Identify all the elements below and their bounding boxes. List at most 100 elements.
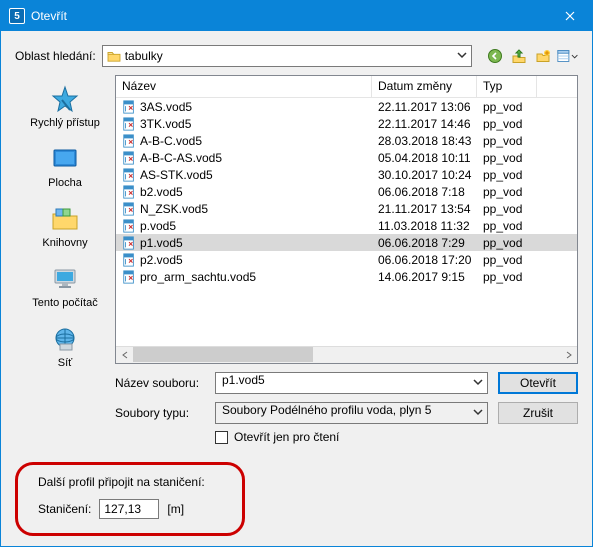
scroll-right-icon[interactable] <box>560 346 577 363</box>
thispc-icon <box>49 263 81 295</box>
sidebar-item-thispc[interactable]: Tento počítač <box>20 259 110 317</box>
cell-type: pp_vod <box>477 183 537 200</box>
desktop-icon <box>49 143 81 175</box>
table-row[interactable]: p2.vod506.06.2018 17:20pp_vod <box>116 251 577 268</box>
station-panel: Další profil připojit na staničení: Stan… <box>15 462 245 536</box>
file-icon <box>122 100 136 114</box>
sidebar-item-label: Knihovny <box>20 237 110 249</box>
sidebar-item-label: Plocha <box>20 177 110 189</box>
lookin-toolbar <box>484 45 578 67</box>
filter-label: Soubory typu: <box>115 406 205 420</box>
cell-type: pp_vod <box>477 166 537 183</box>
table-row[interactable]: A-B-C.vod528.03.2018 18:43pp_vod <box>116 132 577 149</box>
table-row[interactable]: AS-STK.vod530.10.2017 10:24pp_vod <box>116 166 577 183</box>
scroll-track[interactable] <box>133 346 560 363</box>
file-icon <box>122 202 136 216</box>
cell-type: pp_vod <box>477 149 537 166</box>
file-icon <box>122 270 136 284</box>
open-button[interactable]: Otevřít <box>498 372 578 394</box>
sidebar-item-network[interactable]: Síť <box>20 319 110 377</box>
cell-name: p1.vod5 <box>116 234 372 251</box>
station-row: Staničení: [m] <box>38 499 222 519</box>
station-input[interactable] <box>99 499 159 519</box>
filename-row: Název souboru: p1.vod5 Otevřít <box>115 372 578 394</box>
filter-value: Soubory Podélného profilu voda, plyn 5 <box>222 403 431 417</box>
back-icon <box>487 48 503 64</box>
cell-type: pp_vod <box>477 217 537 234</box>
column-header-type[interactable]: Typ <box>477 76 537 97</box>
cell-name: AS-STK.vod5 <box>116 166 372 183</box>
column-header-date[interactable]: Datum změny <box>372 76 477 97</box>
cell-date: 06.06.2018 7:18 <box>372 183 477 200</box>
scroll-thumb[interactable] <box>133 347 313 362</box>
dialog-body: Oblast hledání: tabulky <box>1 31 592 546</box>
table-row[interactable]: b2.vod506.06.2018 7:18pp_vod <box>116 183 577 200</box>
close-button[interactable] <box>547 1 592 31</box>
readonly-row: Otevřít jen pro čtení <box>215 430 578 444</box>
cell-date: 05.04.2018 10:11 <box>372 149 477 166</box>
lookin-label: Oblast hledání: <box>15 49 96 63</box>
sidebar-item-label: Tento počítač <box>20 297 110 309</box>
file-rows: 3AS.vod522.11.2017 13:06pp_vod3TK.vod522… <box>116 98 577 346</box>
filename-input[interactable]: p1.vod5 <box>215 372 488 394</box>
file-icon <box>122 219 136 233</box>
cell-type: pp_vod <box>477 200 537 217</box>
file-icon <box>122 253 136 267</box>
cell-date: 06.06.2018 17:20 <box>372 251 477 268</box>
cell-date: 06.06.2018 7:29 <box>372 234 477 251</box>
table-row[interactable]: A-B-C-AS.vod505.04.2018 10:11pp_vod <box>116 149 577 166</box>
titlebar: 5 Otevřít <box>1 1 592 31</box>
up-icon <box>511 48 527 64</box>
up-button[interactable] <box>508 45 530 67</box>
table-row[interactable]: p1.vod506.06.2018 7:29pp_vod <box>116 234 577 251</box>
column-header-name[interactable]: Název <box>116 76 372 97</box>
filter-combo[interactable]: Soubory Podélného profilu voda, plyn 5 <box>215 402 488 424</box>
sidebar-item-libs[interactable]: Knihovny <box>20 199 110 257</box>
cell-name: A-B-C-AS.vod5 <box>116 149 372 166</box>
sidebar-item-quick[interactable]: Rychlý přístup <box>20 79 110 137</box>
cell-name: pro_arm_sachtu.vod5 <box>116 268 372 285</box>
cell-type: pp_vod <box>477 115 537 132</box>
views-button[interactable] <box>556 45 578 67</box>
star-icon <box>49 83 81 115</box>
filter-row: Soubory typu: Soubory Podélného profilu … <box>115 402 578 424</box>
cell-name: A-B-C.vod5 <box>116 132 372 149</box>
cell-type: pp_vod <box>477 234 537 251</box>
open-dialog-window: 5 Otevřít Oblast hledání: tabulky <box>0 0 593 547</box>
scroll-left-icon[interactable] <box>116 346 133 363</box>
cell-date: 11.03.2018 11:32 <box>372 217 477 234</box>
file-icon <box>122 236 136 250</box>
file-icon <box>122 117 136 131</box>
table-row[interactable]: p.vod511.03.2018 11:32pp_vod <box>116 217 577 234</box>
lookin-combo[interactable]: tabulky <box>102 45 472 67</box>
table-row[interactable]: 3TK.vod522.11.2017 14:46pp_vod <box>116 115 577 132</box>
chevron-down-icon <box>457 50 467 60</box>
chevron-down-icon <box>571 48 578 64</box>
cancel-button[interactable]: Zrušit <box>498 402 578 424</box>
file-icon <box>122 185 136 199</box>
cell-name: p.vod5 <box>116 217 372 234</box>
readonly-checkbox[interactable] <box>215 431 228 444</box>
libraries-icon <box>49 203 81 235</box>
views-icon <box>556 48 571 64</box>
newfolder-icon <box>535 48 551 64</box>
chevron-down-icon <box>473 377 483 387</box>
table-row[interactable]: 3AS.vod522.11.2017 13:06pp_vod <box>116 98 577 115</box>
table-row[interactable]: pro_arm_sachtu.vod514.06.2017 9:15pp_vod <box>116 268 577 285</box>
cell-date: 14.06.2017 9:15 <box>372 268 477 285</box>
filename-value: p1.vod5 <box>222 373 265 387</box>
places-sidebar: Rychlý přístup Plocha Knihovny Tento poč… <box>15 75 115 444</box>
folder-icon <box>107 50 121 62</box>
cell-name: N_ZSK.vod5 <box>116 200 372 217</box>
back-button[interactable] <box>484 45 506 67</box>
lookin-value: tabulky <box>125 49 163 63</box>
sidebar-item-desktop[interactable]: Plocha <box>20 139 110 197</box>
file-panel: Název Datum změny Typ 3AS.vod522.11.2017… <box>115 75 578 444</box>
newfolder-button[interactable] <box>532 45 554 67</box>
file-icon <box>122 151 136 165</box>
cell-date: 30.10.2017 10:24 <box>372 166 477 183</box>
cell-name: 3TK.vod5 <box>116 115 372 132</box>
horizontal-scrollbar[interactable] <box>116 346 577 363</box>
table-row[interactable]: N_ZSK.vod521.11.2017 13:54pp_vod <box>116 200 577 217</box>
cell-name: p2.vod5 <box>116 251 372 268</box>
